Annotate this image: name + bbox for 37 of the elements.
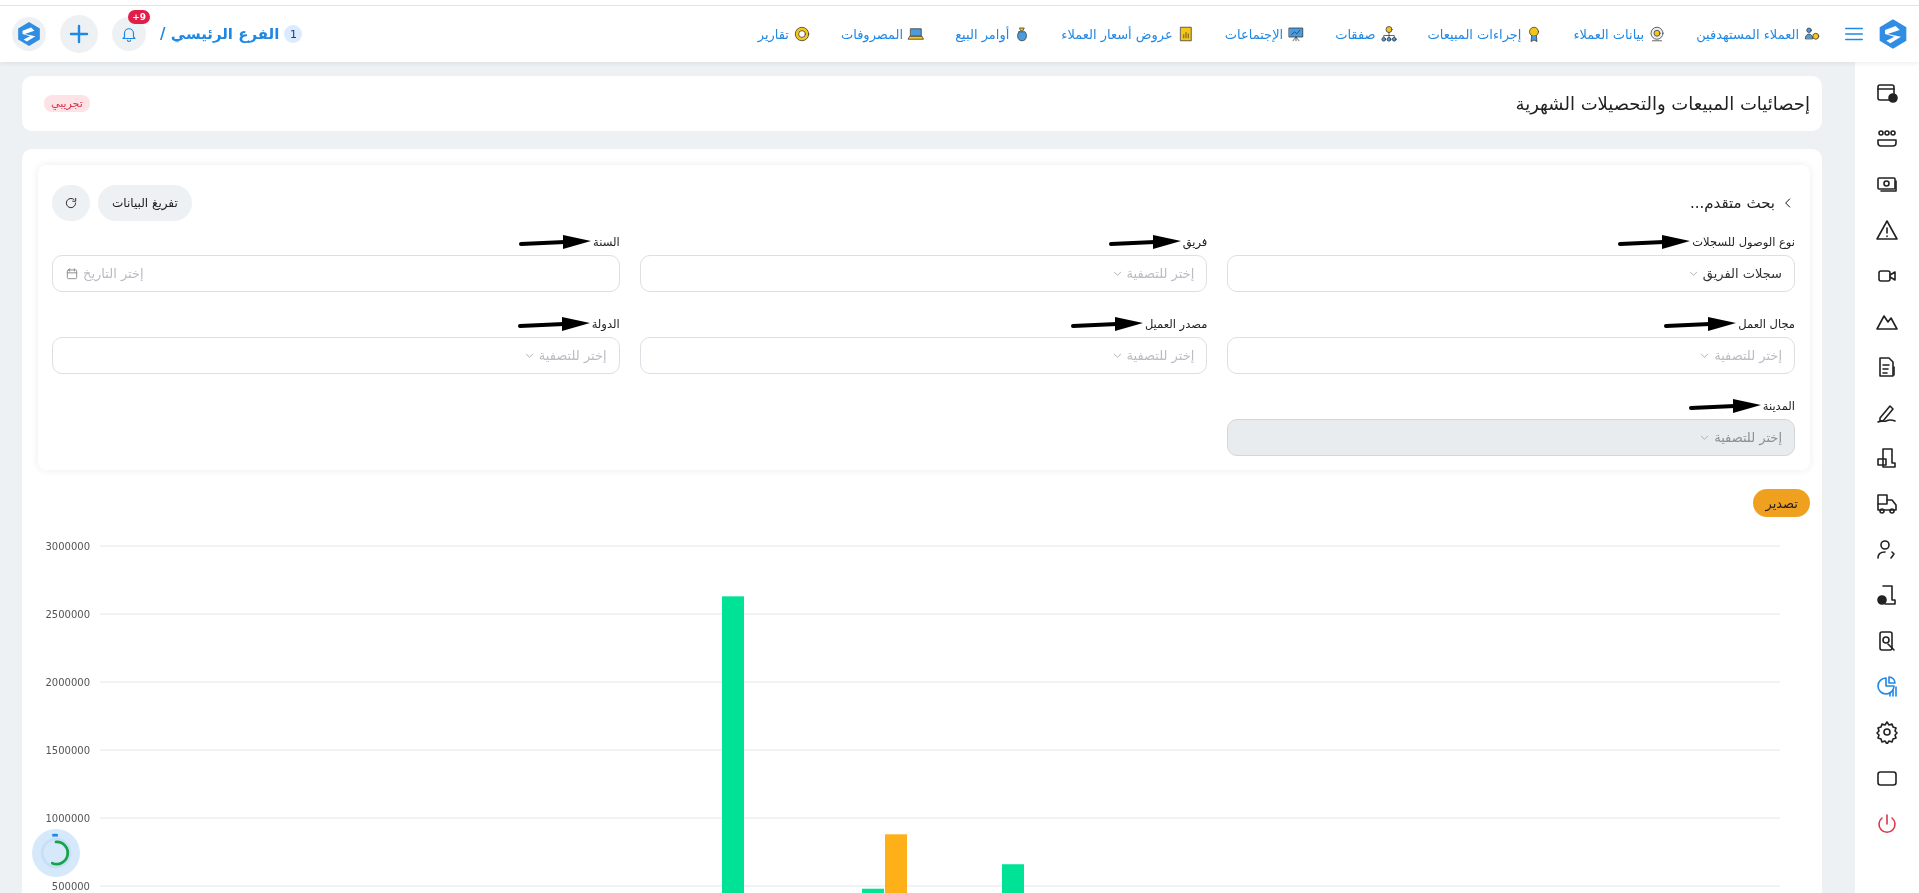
field-label: السنة: [593, 235, 620, 249]
nav-link[interactable]: المصروفات: [840, 25, 926, 43]
branch-name[interactable]: الفرع الرئيسي /: [160, 25, 280, 43]
branch-number: 1: [284, 25, 303, 43]
export-button[interactable]: تصدير: [1753, 489, 1810, 517]
date-field[interactable]: إختر التاريخ: [52, 255, 620, 292]
select-field[interactable]: إختر للتصفية: [639, 337, 1208, 374]
y-axis-label: 1500000: [45, 745, 90, 756]
y-axis-label: 2000000: [45, 677, 90, 688]
y-axis-label: 3000000: [45, 541, 90, 552]
field-label: الدولة: [591, 317, 620, 331]
clear-data-button[interactable]: تفريغ البيانات: [98, 185, 192, 221]
field-label: نوع الوصول للسجلات: [1692, 235, 1795, 249]
notification-badge: +9: [128, 10, 150, 24]
y-axis-label: 2500000: [45, 609, 90, 620]
nav-link[interactable]: صفقات: [1335, 25, 1398, 43]
select-field[interactable]: إختر للتصفية: [1227, 337, 1795, 374]
page-title: إحصائيات المبيعات والتحصيلات الشهرية: [1515, 93, 1810, 114]
nav-link[interactable]: تقارير: [757, 25, 811, 43]
status-badge: تجريبي: [44, 94, 90, 112]
nav-link[interactable]: أوامر البيع: [955, 25, 1032, 43]
nav-link[interactable]: إجراءات المبيعات: [1427, 25, 1544, 43]
y-axis-label: 1000000: [45, 813, 90, 824]
select-field[interactable]: سجلات الفريق: [1227, 255, 1795, 292]
nav-link[interactable]: بيانات العملاء: [1573, 25, 1667, 43]
nav-link[interactable]: عروض أسعار العملاء: [1061, 25, 1195, 43]
advanced-search-title[interactable]: بحث متقدم...: [1690, 194, 1775, 212]
select-field: إختر للتصفية: [1227, 419, 1795, 456]
nav-link[interactable]: العملاء المستهدفين: [1696, 25, 1821, 43]
nav-link[interactable]: الإجتماعات: [1224, 25, 1306, 43]
field-label: المدينة: [1762, 399, 1795, 413]
field-label: فريق: [1182, 235, 1208, 249]
field-label: مصدر العميل: [1144, 317, 1208, 331]
field-label: مجال العمل: [1738, 317, 1795, 331]
select-field[interactable]: إختر للتصفية: [639, 255, 1208, 292]
select-field[interactable]: إختر للتصفية: [52, 337, 620, 374]
y-axis-label: 500000: [51, 881, 90, 892]
